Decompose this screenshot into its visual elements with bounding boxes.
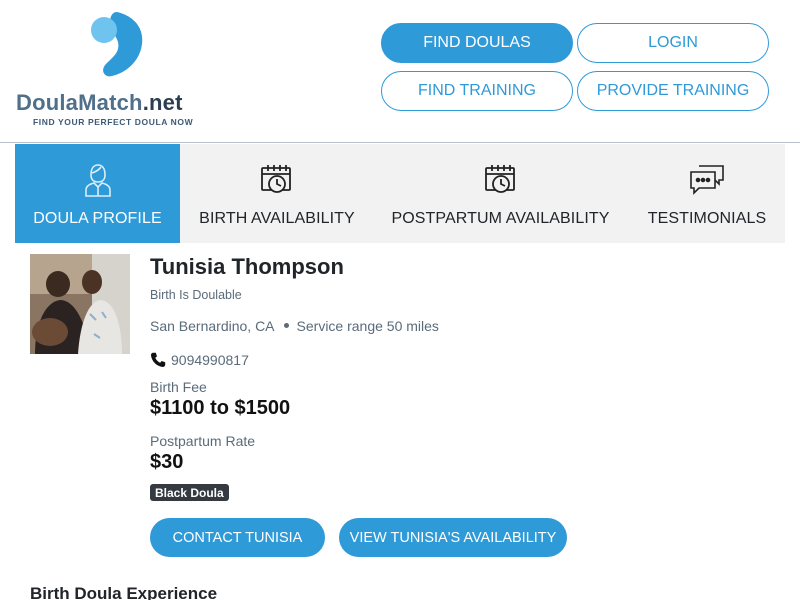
phone-number: 9094990817 (171, 352, 249, 368)
black-doula-badge: Black Doula (150, 484, 229, 501)
tab-label: TESTIMONIALS (647, 210, 767, 227)
calendar-clock-icon (259, 162, 295, 198)
city: San Bernardino, CA (150, 318, 275, 334)
profile-tabs: DOULA PROFILE BIRTH AVAILABILITY POSTPAR… (15, 144, 785, 243)
site-header: DoulaMatch.net FIND YOUR PERFECT DOULA N… (0, 0, 800, 143)
logo-brand-main: DoulaMatch (16, 90, 143, 115)
tab-label: POSTPARTUM AVAILABILITY (391, 210, 610, 227)
postpartum-rate-label: Postpartum Rate (150, 433, 256, 449)
tab-doula-profile[interactable]: DOULA PROFILE (15, 144, 180, 243)
service-range: Service range 50 miles (296, 318, 439, 334)
phone-icon (150, 352, 166, 368)
separator-dot-icon (283, 323, 289, 329)
logo-brand-suffix: .net (142, 90, 183, 115)
contact-doula-button[interactable]: CONTACT TUNISIA (150, 518, 325, 557)
birth-doula-experience-heading: Birth Doula Experience (30, 584, 218, 600)
logo-wordmark: DoulaMatch.net (16, 90, 183, 116)
tab-postpartum-availability[interactable]: POSTPARTUM AVAILABILITY (388, 144, 613, 243)
location-line: San Bernardino, CA Service range 50 miles (150, 318, 439, 334)
tab-testimonials[interactable]: TESTIMONIALS (635, 144, 779, 243)
login-button[interactable]: LOGIN (577, 23, 769, 63)
chat-bubbles-icon (689, 162, 725, 198)
find-training-button[interactable]: FIND TRAINING (381, 71, 573, 111)
birth-fee-label: Birth Fee (150, 379, 207, 395)
site-logo[interactable]: DoulaMatch.net FIND YOUR PERFECT DOULA N… (16, 12, 221, 132)
doula-profile-photo (30, 254, 130, 354)
view-availability-button[interactable]: VIEW TUNISIA'S AVAILABILITY (339, 518, 567, 557)
tab-label: BIRTH AVAILABILITY (199, 210, 355, 227)
logo-tagline: FIND YOUR PERFECT DOULA NOW (33, 117, 194, 127)
find-doulas-button[interactable]: FIND DOULAS (381, 23, 573, 63)
birth-fee-value: $1100 to $1500 (150, 397, 291, 419)
doula-person-icon (80, 162, 116, 198)
calendar-clock-icon (483, 162, 519, 198)
business-name: Birth Is Doulable (150, 288, 242, 302)
phone-link[interactable]: 9094990817 (150, 352, 249, 368)
tab-birth-availability[interactable]: BIRTH AVAILABILITY (180, 144, 374, 243)
postpartum-rate-value: $30 (150, 451, 184, 473)
provide-training-button[interactable]: PROVIDE TRAINING (577, 71, 769, 111)
logo-mark-icon (91, 12, 143, 77)
tab-label: DOULA PROFILE (33, 210, 162, 227)
doula-name: Tunisia Thompson (150, 254, 344, 279)
